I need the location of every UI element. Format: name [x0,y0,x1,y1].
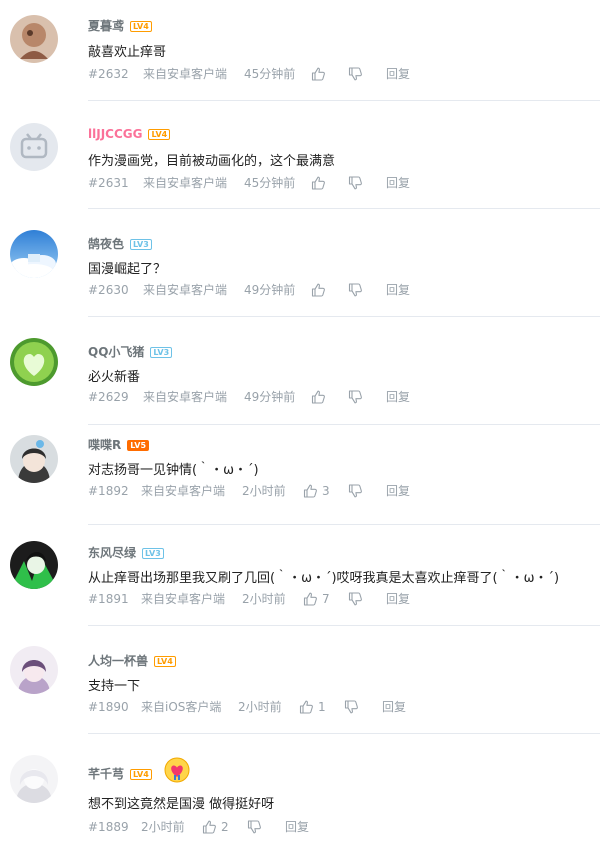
floor-number: #1891 [88,592,129,606]
username[interactable]: QQ小飞猪 LV3 [88,343,173,360]
comment-item: QQ小飞猪 LV3 必火新番 #2629 来自安卓客户端 49分钟前 回复 [0,317,600,425]
level-badge: LV3 [130,239,152,250]
comment-text: 作为漫画党，目前被动画化的，这个最满意 [88,154,336,169]
client-source: 来自安卓客户端 [143,176,228,190]
username[interactable]: llJJCCGG LV4 [88,127,171,141]
thumbs-down-icon[interactable] [347,389,363,405]
thumbs-up-icon[interactable] [310,175,326,191]
username[interactable]: 喋喋R LV5 [88,436,150,453]
timestamp: 2小时前 [141,820,185,834]
like-count: 3 [322,484,330,498]
username[interactable]: 鹄夜色 LV3 [88,235,152,252]
timestamp: 45分钟前 [244,67,296,81]
thumbs-down-icon[interactable] [347,591,363,607]
client-source: 来自安卓客户端 [141,484,226,498]
comment-text: 国漫崛起了？ [88,262,167,277]
floor-number: #1892 [88,484,129,498]
reply-button[interactable]: 回复 [386,282,410,298]
thumbs-up-icon[interactable] [302,483,318,499]
comment-item: 芊千芎 LV4 想不到这竟然是国漫 做得挺好呀 #1889 2小时前 2 回复 [0,734,600,843]
thumbs-up-icon[interactable] [201,819,217,835]
timestamp: 49分钟前 [244,390,296,404]
heart-badge-icon [164,757,190,783]
comment-text: 必火新番 [88,370,141,385]
client-source: 来自安卓客户端 [143,390,228,404]
avatar[interactable] [10,646,58,694]
comment-text: 敲喜欢止痒哥 [88,45,167,60]
username[interactable]: 东风尽绿 LV3 [88,544,164,561]
reply-button[interactable]: 回复 [382,699,406,715]
thumbs-down-icon[interactable] [347,175,363,191]
thumbs-up-icon[interactable] [302,591,318,607]
timestamp: 45分钟前 [244,176,296,190]
comment-text: 支持一下 [88,679,141,694]
reply-button[interactable]: 回复 [386,483,410,499]
thumbs-down-icon[interactable] [347,66,363,82]
timestamp: 2小时前 [242,484,286,498]
floor-number: #2632 [88,67,129,81]
reply-button[interactable]: 回复 [386,66,410,82]
thumbs-down-icon[interactable] [343,699,359,715]
floor-number: #1889 [88,820,129,834]
client-source: 来自iOS客户端 [141,700,222,714]
client-source: 来自安卓客户端 [143,67,228,81]
avatar[interactable] [10,435,58,483]
like-count: 7 [322,592,330,606]
comment-item: 喋喋R LV5 对志扬哥一见钟情(｀・ω・´) #1892 来自安卓客户端 2小时… [0,425,600,525]
avatar[interactable] [10,123,58,171]
avatar[interactable] [10,15,58,63]
timestamp: 2小时前 [238,700,282,714]
reply-button[interactable]: 回复 [386,389,410,405]
avatar[interactable] [10,755,58,803]
level-badge: LV4 [130,769,152,780]
level-badge: LV3 [142,548,164,559]
comment-item: 鹄夜色 LV3 国漫崛起了？ #2630 来自安卓客户端 49分钟前 回复 [0,209,600,317]
comment-item: 人均一杯兽 LV4 支持一下 #1890 来自iOS客户端 2小时前 1 回复 [0,626,600,734]
thumbs-up-icon[interactable] [310,66,326,82]
client-source: 来自安卓客户端 [143,283,228,297]
level-badge: LV4 [154,656,176,667]
level-badge: LV5 [127,440,150,451]
comment-text: 对志扬哥一见钟情(｀・ω・´) [88,463,259,478]
thumbs-down-icon[interactable] [347,282,363,298]
timestamp: 2小时前 [242,592,286,606]
reply-button[interactable]: 回复 [386,175,410,191]
username[interactable]: 芊千芎 LV4 [88,765,152,782]
thumbs-up-icon[interactable] [310,389,326,405]
comment-item: 东风尽绿 LV3 从止痒哥出场那里我又刷了几回(｀・ω・´)哎呀我真是太喜欢止痒哥… [0,525,600,633]
level-badge: LV4 [148,129,171,140]
avatar[interactable] [10,541,58,589]
floor-number: #2629 [88,390,129,404]
comment-item: 夏暮鸢 LV4 敲喜欢止痒哥 #2632 来自安卓客户端 45分钟前 回复 [0,0,600,101]
timestamp: 49分钟前 [244,283,296,297]
level-badge: LV3 [150,347,173,358]
comment-text: 想不到这竟然是国漫 做得挺好呀 [88,797,275,812]
reply-button[interactable]: 回复 [285,819,309,835]
avatar[interactable] [10,338,58,386]
username[interactable]: 人均一杯兽 LV4 [88,652,176,669]
client-source: 来自安卓客户端 [141,592,226,606]
level-badge: LV4 [130,21,152,32]
reply-button[interactable]: 回复 [386,591,410,607]
floor-number: #2631 [88,176,129,190]
comment-text: 从止痒哥出场那里我又刷了几回(｀・ω・´)哎呀我真是太喜欢止痒哥了(｀・ω・´) [88,571,560,586]
avatar[interactable] [10,230,58,278]
comment-item: llJJCCGG LV4 作为漫画党，目前被动画化的，这个最满意 #2631 来自… [0,101,600,209]
like-count: 2 [221,820,229,834]
floor-number: #2630 [88,283,129,297]
thumbs-up-icon[interactable] [298,699,314,715]
thumbs-up-icon[interactable] [310,282,326,298]
like-count: 1 [318,700,326,714]
username[interactable]: 夏暮鸢 LV4 [88,17,152,34]
thumbs-down-icon[interactable] [246,819,262,835]
thumbs-down-icon[interactable] [347,483,363,499]
floor-number: #1890 [88,700,129,714]
